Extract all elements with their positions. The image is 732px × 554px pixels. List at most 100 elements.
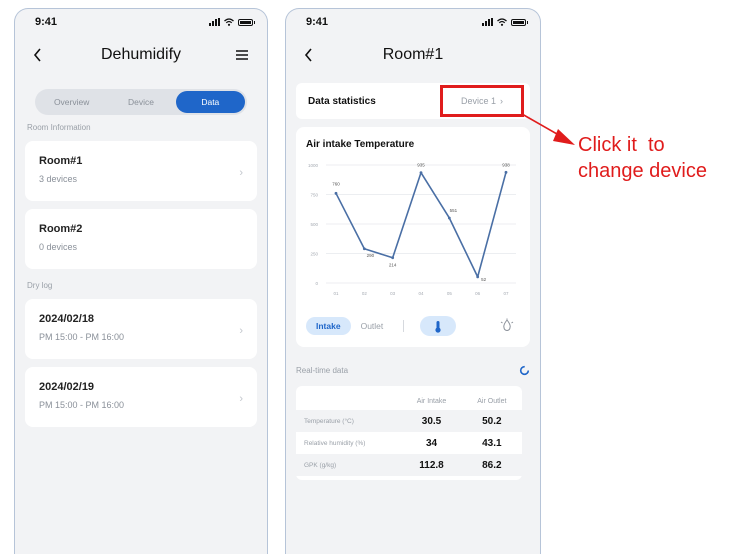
tab-overview[interactable]: Overview <box>37 91 106 113</box>
annotation-text: Click it to change device <box>578 132 707 184</box>
refresh-icon[interactable] <box>519 365 530 376</box>
intake-value: 30.5 <box>421 415 442 427</box>
segmented-tabs: Overview Device Data <box>35 89 247 115</box>
data-point <box>476 275 480 279</box>
data-point <box>504 170 508 174</box>
log-card-1[interactable]: 2024/02/18 PM 15:00 - PM 16:00 › <box>25 299 257 359</box>
log-time: PM 15:00 - PM 16:00 <box>39 332 125 342</box>
row-label: Relative humidity (%) <box>304 439 366 447</box>
chart-controls: Intake Outlet <box>306 315 520 337</box>
intake-value: 112.8 <box>419 459 444 471</box>
data-label: 938 <box>502 162 510 167</box>
divider <box>403 320 405 332</box>
data-statistics-label: Data statistics <box>308 95 376 107</box>
x-tick-label: 07 <box>503 291 509 296</box>
room-card-2[interactable]: Room#2 0 devices <box>25 209 257 269</box>
phone-screen-room: 9:41 Room#1 Data statistics Device 1 › A… <box>285 8 541 554</box>
status-bar: 9:41 <box>15 9 267 35</box>
menu-icon[interactable] <box>235 49 249 61</box>
device-selector-label: Device 1 <box>460 96 496 106</box>
x-tick-label: 01 <box>333 291 339 296</box>
outlet-value: 50.2 <box>482 415 502 427</box>
chevron-right-icon: › <box>500 96 503 106</box>
data-point <box>362 247 366 251</box>
log-section-label: Dry log <box>27 281 53 290</box>
back-arrow-icon[interactable] <box>33 48 42 62</box>
row-label: Temperature (°C) <box>304 417 354 425</box>
status-icons <box>482 18 528 26</box>
table-row: Relative humidity (%) 34 43.1 <box>296 432 522 454</box>
x-tick-label: 05 <box>447 291 453 296</box>
data-point <box>447 216 451 220</box>
room-device-count: 3 devices <box>39 174 78 184</box>
room-section-label: Room Information <box>27 123 91 132</box>
battery-icon <box>238 18 255 26</box>
line-chart: 0 250 500 750 1000 01 02 03 04 05 06 07 760 290 214 935… <box>308 162 516 296</box>
wifi-icon <box>224 18 234 26</box>
realtime-header: Real-time data <box>286 347 540 382</box>
toggle-outlet[interactable]: Outlet <box>351 317 394 335</box>
chevron-right-icon: › <box>239 393 243 405</box>
device-selector-button[interactable]: Device 1 › <box>440 85 524 117</box>
x-tick-label: 04 <box>418 291 424 296</box>
data-label: 290 <box>367 253 375 258</box>
signal-icon <box>209 18 220 26</box>
chart-card: Air intake Temperature 0 250 500 750 1000 01 0… <box>296 127 530 347</box>
room-name: Room#2 <box>39 223 83 235</box>
annotation-arrow-icon <box>521 113 575 145</box>
room-card-1[interactable]: Room#1 3 devices › <box>25 141 257 201</box>
signal-icon <box>482 18 493 26</box>
y-tick-label: 0 <box>315 281 318 286</box>
page-title: Dehumidify <box>100 46 182 63</box>
tab-device[interactable]: Device <box>106 91 175 113</box>
tab-data[interactable]: Data <box>175 91 245 113</box>
chevron-right-icon: › <box>239 325 243 337</box>
data-point <box>391 256 395 260</box>
nav-bar: Room#1 <box>286 35 540 75</box>
table-row: Temperature (°C) 30.5 50.2 <box>296 410 522 432</box>
log-time: PM 15:00 - PM 16:00 <box>39 400 125 410</box>
data-point <box>334 191 338 195</box>
page-title: Room#1 <box>382 46 444 63</box>
battery-icon <box>511 18 528 26</box>
x-tick-label: 06 <box>475 291 481 296</box>
outlet-value: 86.2 <box>482 459 502 471</box>
wifi-icon <box>497 18 507 26</box>
chevron-right-icon: › <box>239 167 243 179</box>
phone-screen-dehumidify: 9:41 Dehumidify Overview Device Data Roo… <box>14 8 268 554</box>
log-card-2[interactable]: 2024/02/19 PM 15:00 - PM 16:00 › <box>25 367 257 427</box>
data-point <box>419 171 423 175</box>
data-label: 52 <box>481 277 487 282</box>
room-name: Room#1 <box>39 155 83 167</box>
series-line <box>335 171 507 278</box>
status-time: 9:41 <box>35 16 58 28</box>
chart-title: Air intake Temperature <box>306 139 415 150</box>
x-tick-label: 02 <box>362 291 368 296</box>
table-row: GPK (g/kg) 112.8 86.2 <box>296 454 522 476</box>
toggle-intake[interactable]: Intake <box>306 317 351 335</box>
data-label: 551 <box>450 208 458 213</box>
room-device-count: 0 devices <box>39 242 78 252</box>
data-statistics-row: Data statistics Device 1 › <box>296 83 530 119</box>
annotation-line-1: Click it to <box>578 134 665 156</box>
status-icons <box>209 18 255 26</box>
data-label: 214 <box>389 263 397 268</box>
status-time: 9:41 <box>306 16 329 28</box>
table-header: Air Intake Air Outlet <box>296 392 522 410</box>
outlet-value: 43.1 <box>482 437 502 449</box>
annotation-line-2: change device <box>578 160 707 182</box>
data-label: 760 <box>332 181 340 186</box>
y-tick-label: 500 <box>310 222 318 227</box>
thermometer-icon[interactable] <box>420 316 457 336</box>
x-tick-label: 03 <box>390 291 396 296</box>
row-label: GPK (g/kg) <box>304 461 337 469</box>
nav-bar: Dehumidify <box>15 35 267 75</box>
table-header-cell: Air Intake <box>416 397 447 405</box>
y-tick-label: 1000 <box>308 163 319 168</box>
intake-value: 34 <box>425 437 438 449</box>
humidity-drop-icon[interactable] <box>500 318 514 334</box>
status-bar: 9:41 <box>286 9 540 35</box>
y-tick-label: 250 <box>310 252 318 257</box>
back-arrow-icon[interactable] <box>304 48 313 62</box>
realtime-label: Real-time data <box>296 366 349 375</box>
